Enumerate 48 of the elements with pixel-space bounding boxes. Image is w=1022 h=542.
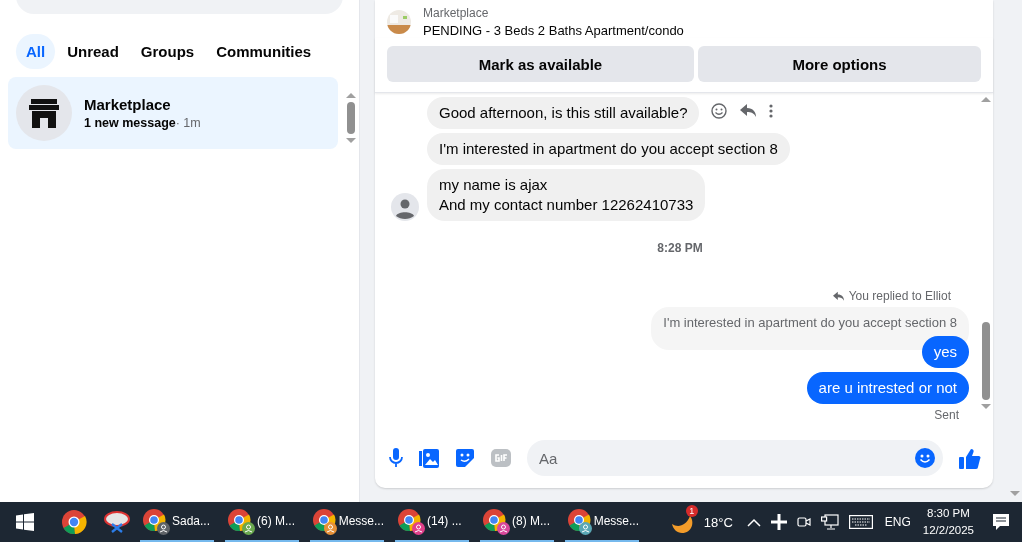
emoji-icon[interactable] — [915, 448, 935, 468]
reply-icon — [831, 290, 845, 302]
conversation-name: Marketplace — [84, 96, 172, 113]
microphone-icon[interactable] — [389, 448, 403, 468]
taskbar-window[interactable]: (6) M... — [225, 502, 299, 542]
plus-icon[interactable] — [770, 514, 787, 530]
filter-tab[interactable]: Unread — [57, 34, 129, 69]
listing-title: PENDING - 3 Beds 2 Baths Apartment/condo — [423, 23, 684, 38]
message-bubble: yes — [921, 336, 969, 368]
network-icon[interactable] — [820, 514, 839, 530]
notification-badge: 1 — [685, 505, 698, 517]
keyboard-icon[interactable] — [848, 515, 873, 529]
sticker-icon[interactable] — [455, 448, 475, 468]
quoted-message: I'm interested in apartment do you accept section 8 — [651, 307, 969, 350]
temperature: 18°C — [703, 514, 733, 530]
taskbar-window[interactable]: Sada... — [140, 502, 214, 542]
taskbar-window[interactable]: (8) M... — [480, 502, 554, 542]
notifications-icon[interactable] — [992, 513, 1010, 531]
message-time: 8:28 PM — [657, 241, 703, 255]
photo-icon[interactable] — [419, 448, 439, 468]
message-bubble: Good afternoon, is this still available? — [427, 97, 700, 129]
reply-icon[interactable] — [739, 103, 758, 119]
listing-category: Marketplace — [423, 6, 490, 20]
windows-icon[interactable] — [16, 513, 34, 531]
taskbar-window[interactable]: Messe... — [565, 502, 639, 542]
more-icon[interactable] — [769, 104, 774, 118]
taskbar-window[interactable]: Messe... — [310, 502, 384, 542]
action-button[interactable]: More options — [698, 46, 981, 82]
message-bubble: I'm interested in apartment do you accept section 8 — [427, 133, 790, 165]
reply-note: You replied to Elliot — [848, 289, 951, 303]
emoji-icon[interactable] — [711, 103, 728, 119]
filter-tab[interactable]: Groups — [130, 34, 205, 69]
message-field[interactable]: Aa — [527, 440, 943, 476]
action-button[interactable]: Mark as available — [387, 46, 694, 82]
language-indicator[interactable]: ENG — [884, 515, 911, 529]
conversation-item[interactable]: Marketplace 1 new message· 1m — [8, 77, 338, 149]
filter-tab[interactable]: Communities — [206, 34, 322, 69]
message-bubble: my name is ajax And my contact number 12262410733 — [427, 169, 706, 221]
conversation-preview: 1 new message· 1m — [84, 116, 201, 130]
chevron-up-icon[interactable] — [746, 517, 761, 527]
clock[interactable]: 8:30 PM 12/2/2025 — [922, 505, 974, 539]
camera-icon[interactable] — [796, 514, 811, 530]
taskbar-window[interactable]: (14) ... — [395, 502, 469, 542]
filter-tab[interactable]: All — [16, 34, 56, 69]
store-icon — [16, 85, 72, 141]
message-status: Sent — [934, 408, 959, 422]
thumbs-up-icon[interactable] — [959, 447, 981, 469]
message-bubble: are u intrested or not — [806, 372, 969, 404]
